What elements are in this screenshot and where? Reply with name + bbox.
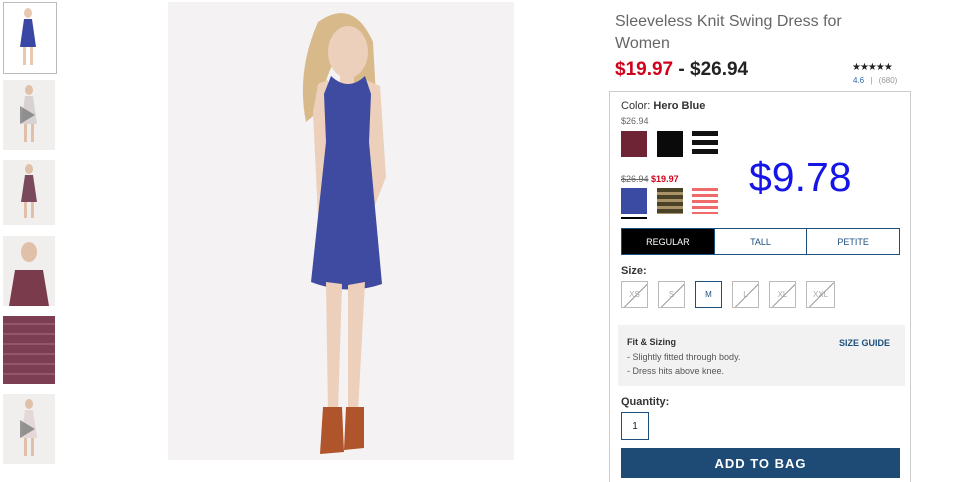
swatch-hero-blue[interactable]: [621, 188, 647, 214]
thumbnail-2-video[interactable]: [3, 80, 55, 150]
selected-swatch-indicator: [621, 217, 647, 219]
thumbnail-1[interactable]: [3, 2, 57, 74]
swatch-black-white-stripe[interactable]: [692, 131, 718, 157]
fit-line-2: - Dress hits above knee.: [627, 366, 725, 376]
product-title: Sleeveless Knit Swing Dress for Women: [615, 13, 842, 52]
add-to-bag-button[interactable]: ADD TO BAG: [621, 448, 900, 478]
review-count: (680): [878, 76, 898, 85]
size-xl[interactable]: XL: [769, 281, 796, 308]
thumbnail-4[interactable]: [3, 236, 55, 306]
size-m-label: M: [705, 290, 712, 299]
dress-front-thumbnail-image: [20, 8, 36, 65]
swatch-olive-stripe[interactable]: [657, 188, 683, 214]
fit-tabs: REGULAR TALL PETITE: [621, 228, 900, 255]
tab-tall[interactable]: TALL: [713, 229, 807, 254]
fit-line-1: - Slightly fitted through body.: [627, 352, 741, 362]
fabric-thumbnail-image: [3, 316, 55, 384]
swatch-group2-price: $26.94 $19.97: [621, 174, 679, 184]
swatch-coral-stripe[interactable]: [692, 188, 718, 214]
unavailable-slash: [733, 282, 758, 307]
rating-separator: |: [870, 76, 873, 85]
swatch-black[interactable]: [657, 131, 683, 157]
size-xs[interactable]: XS: [621, 281, 648, 308]
fit-sizing-title: Fit & Sizing: [627, 337, 676, 347]
rating-value: 4.6: [853, 76, 865, 85]
thumbnail-3[interactable]: [3, 160, 55, 225]
thumbnail-6-video[interactable]: [3, 394, 55, 464]
play-icon: [20, 106, 35, 124]
overlay-price-annotation: $9.78: [749, 154, 852, 200]
unavailable-slash: [807, 282, 834, 307]
unavailable-slash: [659, 282, 684, 307]
regular-price: $26.94: [690, 59, 749, 80]
selected-color-name: Hero Blue: [653, 100, 706, 112]
unavailable-slash: [770, 282, 795, 307]
tab-petite[interactable]: PETITE: [806, 229, 899, 254]
swatch-burgundy[interactable]: [621, 131, 647, 157]
product-options-panel: [609, 91, 911, 482]
thumbnail-5[interactable]: [3, 316, 55, 384]
rating-summary[interactable]: 4.6 | (680): [853, 76, 897, 85]
price-range: $19.97 - $26.94: [615, 59, 748, 81]
size-s[interactable]: S: [658, 281, 685, 308]
fit-sizing-box: Fit & Sizing SIZE GUIDE - Slightly fitte…: [618, 325, 905, 386]
size-label: Size:: [621, 265, 647, 277]
size-l[interactable]: L: [732, 281, 759, 308]
size-guide-link[interactable]: SIZE GUIDE: [839, 338, 890, 348]
dress-back-thumbnail-image: [21, 164, 37, 218]
quantity-label: Quantity:: [621, 396, 670, 408]
model-wearing-dress-image: [302, 13, 386, 454]
quantity-input[interactable]: 1: [621, 412, 649, 440]
unavailable-slash: [622, 282, 647, 307]
swatch-group1-price: $26.94: [621, 116, 649, 126]
original-price: $26.94: [621, 174, 649, 184]
main-product-photo[interactable]: [168, 2, 514, 460]
play-icon: [20, 420, 35, 438]
color-label: Color: Hero Blue: [621, 100, 705, 112]
tab-regular[interactable]: REGULAR: [622, 229, 714, 254]
sale-price: $19.97: [615, 59, 674, 80]
price-separator: -: [673, 59, 691, 80]
dress-closeup-thumbnail-image: [9, 242, 49, 306]
size-xxl[interactable]: XXL: [806, 281, 835, 308]
color-label-text: Color:: [621, 100, 651, 112]
swatch-sale-price: $19.97: [651, 174, 679, 184]
size-m[interactable]: M: [695, 281, 722, 308]
star-rating-icon[interactable]: ★★★★★: [852, 62, 893, 73]
